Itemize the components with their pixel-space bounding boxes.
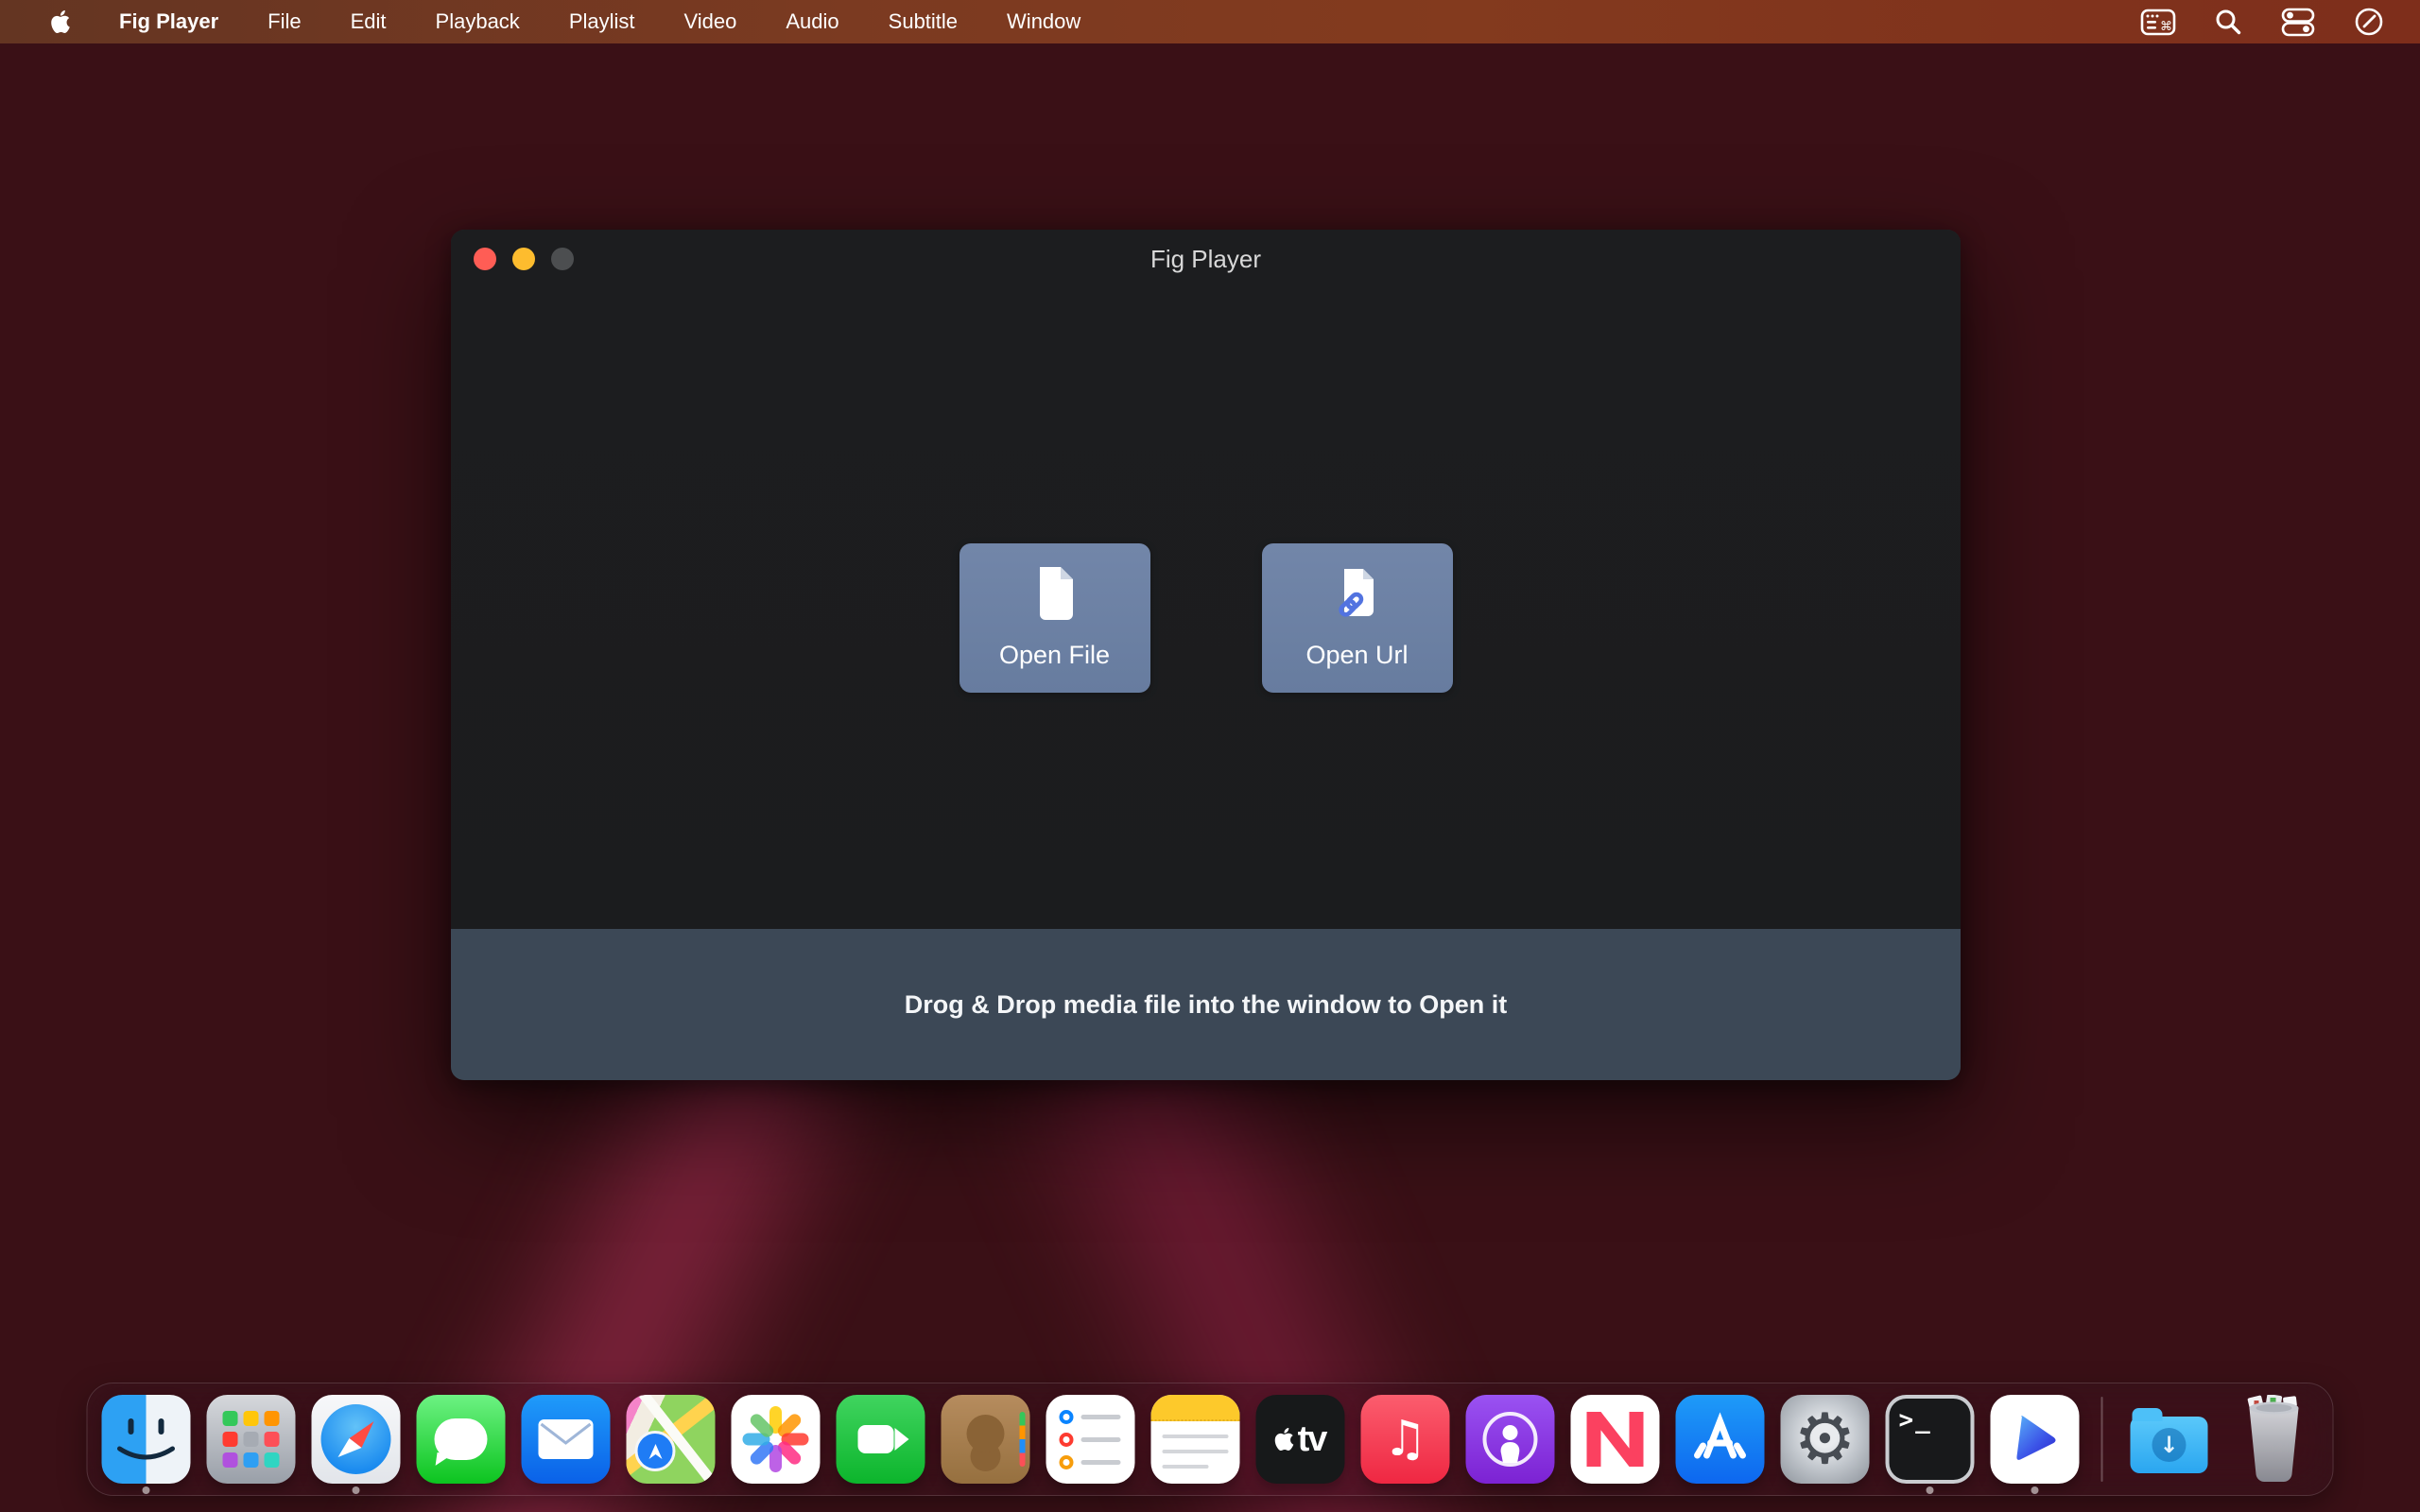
dock-item-reminders[interactable] [1046,1390,1135,1488]
drag-drop-hint: Drog & Drop media file into the window t… [905,990,1507,1020]
open-file-button[interactable]: Open File [959,543,1150,693]
menu-item-audio[interactable]: Audio [786,9,838,34]
menu-item-video[interactable]: Video [684,9,737,34]
dock-item-podcasts[interactable] [1466,1390,1555,1488]
menu-bar: Fig Player File Edit Playback Playlist V… [0,0,2420,43]
open-actions-row: Open File Open Url [451,543,1961,693]
running-indicator [143,1486,150,1494]
running-indicator [353,1486,360,1494]
dock-item-downloads[interactable]: ↓ [2125,1390,2214,1488]
app-store-icon [1676,1395,1765,1484]
spotlight-search-icon[interactable] [2214,8,2242,36]
notes-header-band [1151,1395,1240,1421]
dock-item-apple-tv[interactable]: tv [1256,1390,1345,1488]
dock-item-photos[interactable] [732,1390,821,1488]
menu-bar-status: ⌘ [2140,7,2420,37]
apple-tv-icon: tv [1256,1395,1345,1484]
menu-item-window[interactable]: Window [1007,9,1080,34]
launchpad-grid [223,1411,280,1468]
downloads-folder-icon: ↓ [2125,1395,2214,1484]
folder-shape: ↓ [2131,1417,2208,1473]
notes-icon [1151,1395,1240,1484]
finder-icon [102,1395,191,1484]
keyboard-input-icon[interactable]: ⌘ [2140,7,2176,37]
svg-text:⌘: ⌘ [2160,20,2172,34]
dock-item-fig-player[interactable] [1991,1390,2080,1488]
close-button[interactable] [474,248,496,270]
document-icon [1033,566,1077,626]
video-camera-glyph [858,1425,894,1453]
messages-icon [417,1395,506,1484]
document-link-icon [1336,566,1379,626]
trash-icon [2230,1395,2319,1484]
maps-icon [627,1395,716,1484]
apple-menu-icon[interactable] [51,10,70,33]
menu-item-playlist[interactable]: Playlist [569,9,635,34]
dock-item-mail[interactable] [522,1390,611,1488]
dock-item-messages[interactable] [417,1390,506,1488]
minimize-button[interactable] [512,248,535,270]
menu-item-file[interactable]: File [268,9,301,34]
running-indicator [1927,1486,1934,1494]
dock-item-maps[interactable] [627,1390,716,1488]
traffic-lights [474,230,574,288]
news-icon [1571,1395,1660,1484]
menu-item-playback[interactable]: Playback [436,9,520,34]
contacts-icon [942,1395,1030,1484]
prompt-glyph: >_ [1886,1395,1932,1435]
music-icon: ♫ [1361,1395,1450,1484]
facetime-icon [837,1395,925,1484]
photos-flower [743,1406,809,1472]
dock-item-trash[interactable] [2230,1390,2319,1488]
chat-bubble [435,1418,488,1460]
notes-lines [1151,1421,1240,1484]
contacts-tabs [1020,1412,1026,1467]
fig-player-window: Fig Player Open File Open Url Drog & Dro… [451,230,1961,1080]
menu-bar-left: Fig Player File Edit Playback Playlist V… [0,9,1080,34]
dock-item-notes[interactable] [1151,1390,1240,1488]
launchpad-icon [207,1395,296,1484]
menu-item-edit[interactable]: Edit [351,9,387,34]
window-footer: Drog & Drop media file into the window t… [451,929,1961,1080]
open-url-button[interactable]: Open Url [1262,543,1453,693]
menu-app-name[interactable]: Fig Player [119,9,218,34]
podcasts-icon [1466,1395,1555,1484]
fig-player-icon [1991,1395,2080,1484]
desktop: Fig Player File Edit Playback Playlist V… [0,0,2420,1512]
running-indicator [2031,1486,2039,1494]
zoom-button-disabled [551,248,574,270]
mail-icon [522,1395,611,1484]
dock-separator [2101,1397,2103,1482]
dock-item-music[interactable]: ♫ [1361,1390,1450,1488]
dock-item-facetime[interactable] [837,1390,925,1488]
control-center-icon[interactable] [2280,7,2316,37]
window-titlebar[interactable]: Fig Player [451,230,1961,288]
dock-item-terminal[interactable]: >_ [1886,1390,1975,1488]
system-settings-icon: ⚙ [1781,1395,1870,1484]
open-url-label: Open Url [1305,641,1408,670]
person-silhouette [967,1415,1005,1452]
dock-item-launchpad[interactable] [207,1390,296,1488]
tv-text: tv [1298,1419,1326,1460]
dock-item-safari[interactable] [312,1390,401,1488]
download-arrow: ↓ [2152,1428,2187,1462]
dock-item-contacts[interactable] [942,1390,1030,1488]
photos-icon [732,1395,821,1484]
menu-item-subtitle[interactable]: Subtitle [889,9,958,34]
safari-compass [321,1404,391,1474]
dock-item-app-store[interactable] [1676,1390,1765,1488]
dock-item-news[interactable] [1571,1390,1660,1488]
maps-navigation-arrow [635,1431,676,1471]
terminal-icon: >_ [1886,1395,1975,1484]
clock-icon[interactable] [2354,7,2384,37]
dock-item-system-settings[interactable]: ⚙ [1781,1390,1870,1488]
safari-icon [312,1395,401,1484]
window-title: Fig Player [451,245,1961,274]
dock-item-finder[interactable] [102,1390,191,1488]
reminders-icon [1046,1395,1135,1484]
open-file-label: Open File [999,641,1110,670]
dock: tv ♫ ⚙ >_ [87,1383,2334,1496]
